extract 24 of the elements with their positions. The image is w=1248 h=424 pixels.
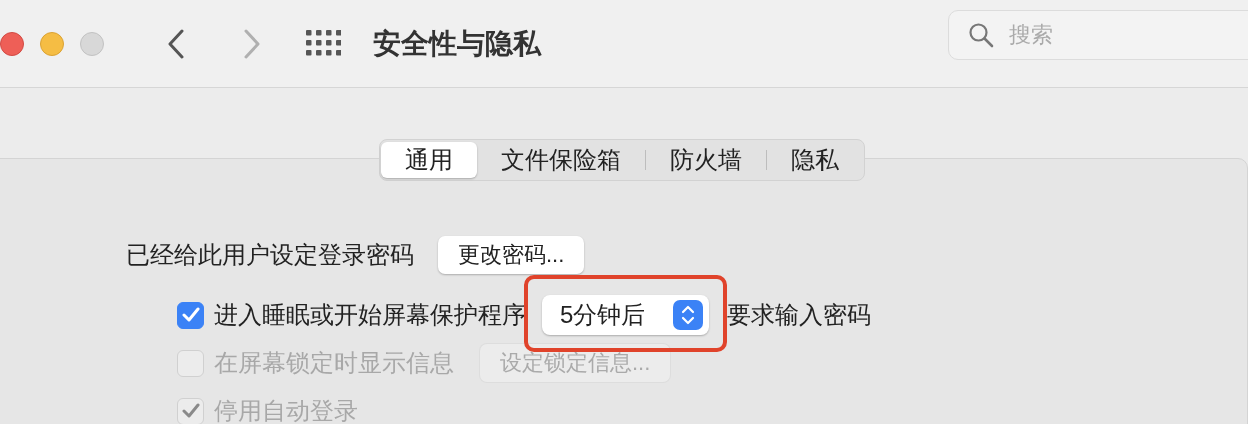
delay-dropdown[interactable]: 5分钟后 <box>542 295 710 335</box>
zoom-button[interactable] <box>80 31 104 56</box>
option-label: 要求输入密码 <box>727 300 872 330</box>
tab[interactable]: 文件保险箱 <box>477 142 645 178</box>
back-icon[interactable] <box>166 28 186 59</box>
check-icon <box>181 403 200 419</box>
close-button[interactable] <box>0 31 24 56</box>
option-label: 进入睡眠或开始屏幕保护程序 <box>214 300 526 330</box>
search-field[interactable]: 搜索 <box>948 10 1248 60</box>
minimize-button[interactable] <box>40 31 64 56</box>
option-label: 在屏幕锁定时显示信息 <box>214 348 454 378</box>
tab[interactable]: 通用 <box>381 142 477 178</box>
window-title: 安全性与隐私 <box>373 26 541 61</box>
checkbox[interactable] <box>177 301 204 329</box>
tab[interactable]: 防火墙 <box>646 142 766 178</box>
check-icon <box>181 307 200 323</box>
change-password-button[interactable]: 更改密码... <box>438 236 585 274</box>
search-icon <box>968 22 994 48</box>
forward-icon[interactable] <box>242 28 262 59</box>
password-label: 已经给此用户设定登录密码 <box>126 240 414 270</box>
stepper-icon <box>673 300 704 330</box>
option-label: 停用自动登录 <box>214 396 358 424</box>
tab[interactable]: 隐私 <box>767 142 863 178</box>
grid-icon[interactable] <box>306 30 341 57</box>
